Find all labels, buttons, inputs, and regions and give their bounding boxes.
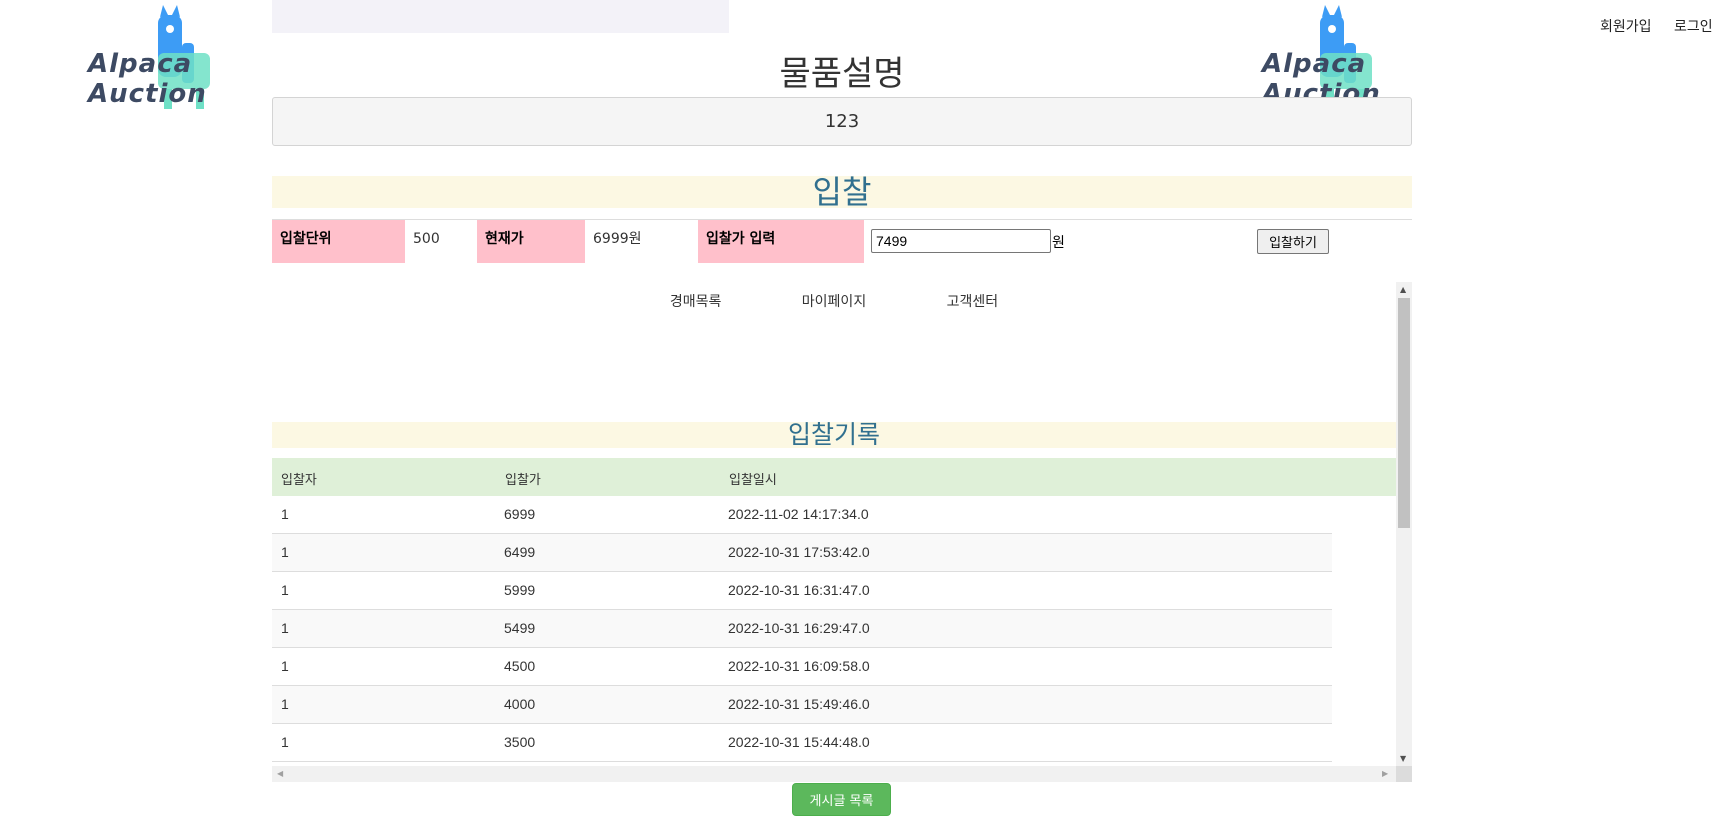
description-content: 123 — [272, 97, 1412, 146]
login-link[interactable]: 로그인 — [1674, 19, 1713, 35]
bid-currency-unit: 원 — [1052, 235, 1065, 251]
scroll-down-arrow-icon[interactable]: ▼ — [1400, 754, 1406, 763]
post-list-button[interactable]: 게시글 목록 — [792, 783, 891, 816]
bid-time-cell: 2022-10-31 16:29:47.0 — [728, 620, 870, 636]
column-bid-time: 입찰일시 — [729, 473, 777, 488]
bid-price-cell: 4000 — [504, 696, 536, 712]
bid-price-cell: 5499 — [504, 620, 536, 636]
bid-time-cell: 2022-11-02 14:17:34.0 — [728, 506, 869, 522]
scroll-right-arrow-icon[interactable]: ▶ — [1382, 769, 1388, 778]
bid-history-header: 입찰자 입찰가 입찰일시 — [272, 458, 1396, 496]
scroll-left-arrow-icon[interactable]: ◀ — [277, 769, 283, 778]
bidder-cell: 1 — [281, 696, 289, 712]
bid-amount-input[interactable] — [871, 229, 1051, 253]
scroll-up-arrow-icon[interactable]: ▲ — [1400, 285, 1406, 294]
bidder-cell: 1 — [281, 544, 289, 560]
bid-price-cell: 6499 — [504, 544, 536, 560]
site-nav: 경매목록 마이페이지 고객센터 — [272, 291, 1396, 311]
submit-bid-button[interactable]: 입찰하기 — [1257, 229, 1329, 254]
alpaca-logo-left[interactable]: Alpaca Auction — [88, 5, 218, 110]
table-row: 1 5499 2022-10-31 16:29:47.0 — [272, 610, 1332, 648]
bid-price-cell: 4500 — [504, 658, 536, 674]
bid-history-rows: 1 6999 2022-11-02 14:17:34.0 1 6499 2022… — [272, 496, 1332, 762]
table-row: 1 4000 2022-10-31 15:49:46.0 — [272, 686, 1332, 724]
table-row: 1 4500 2022-10-31 16:09:58.0 — [272, 648, 1332, 686]
vertical-scroll-thumb[interactable] — [1398, 298, 1410, 528]
nav-auction-list[interactable]: 경매목록 — [670, 291, 722, 311]
bidder-cell: 1 — [281, 658, 289, 674]
bid-unit-value: 500 — [413, 231, 440, 247]
bid-unit-label: 입찰단위 — [272, 220, 405, 263]
bid-history-frame[interactable]: 경매목록 마이페이지 고객센터 입찰기록 입찰자 입찰가 입찰일시 1 6999… — [272, 282, 1412, 782]
table-row: 1 6999 2022-11-02 14:17:34.0 — [272, 496, 1332, 534]
bidder-cell: 1 — [281, 506, 289, 522]
vertical-scrollbar[interactable]: ▲ ▼ — [1396, 282, 1412, 766]
bid-time-cell: 2022-10-31 15:49:46.0 — [728, 696, 870, 712]
bid-input-label: 입찰가 입력 — [698, 220, 864, 263]
logo-word-line1: Alpaca — [88, 49, 193, 79]
scroll-corner — [1396, 766, 1412, 782]
bid-time-cell: 2022-10-31 17:53:42.0 — [728, 544, 870, 560]
bid-price-cell: 6999 — [504, 506, 536, 522]
table-row: 1 5999 2022-10-31 16:31:47.0 — [272, 572, 1332, 610]
bidder-cell: 1 — [281, 620, 289, 636]
logo-word-line2: Auction — [88, 79, 207, 109]
table-row: 1 3500 2022-10-31 15:44:48.0 — [272, 724, 1332, 762]
description-title: 물품설명 — [779, 54, 905, 94]
bid-time-cell: 2022-10-31 16:09:58.0 — [728, 658, 870, 674]
current-price-label: 현재가 — [477, 220, 585, 263]
bid-price-cell: 5999 — [504, 582, 536, 598]
horizontal-scrollbar[interactable]: ◀ ▶ — [272, 766, 1396, 782]
bidder-cell: 1 — [281, 582, 289, 598]
column-bid-price: 입찰가 — [505, 473, 541, 488]
bid-time-cell: 2022-10-31 15:44:48.0 — [728, 734, 870, 750]
column-bidder: 입찰자 — [281, 473, 317, 488]
bid-section-title: 입찰 — [272, 176, 1412, 208]
bid-history-title: 입찰기록 — [272, 422, 1396, 448]
signup-link[interactable]: 회원가입 — [1600, 19, 1652, 35]
nav-support[interactable]: 고객센터 — [947, 291, 999, 311]
bid-price-cell: 3500 — [504, 734, 536, 750]
current-price-value: 6999원 — [593, 231, 642, 247]
bidder-cell: 1 — [281, 734, 289, 750]
top-banner-strip — [272, 0, 729, 33]
auth-links: 회원가입 로그인 — [1600, 16, 1713, 36]
bid-time-cell: 2022-10-31 16:31:47.0 — [728, 582, 870, 598]
table-row: 1 6499 2022-10-31 17:53:42.0 — [272, 534, 1332, 572]
nav-my-page[interactable]: 마이페이지 — [802, 291, 866, 311]
bid-form-row: 입찰단위 500 현재가 6999원 입찰가 입력 원 입찰하기 — [272, 219, 1412, 263]
